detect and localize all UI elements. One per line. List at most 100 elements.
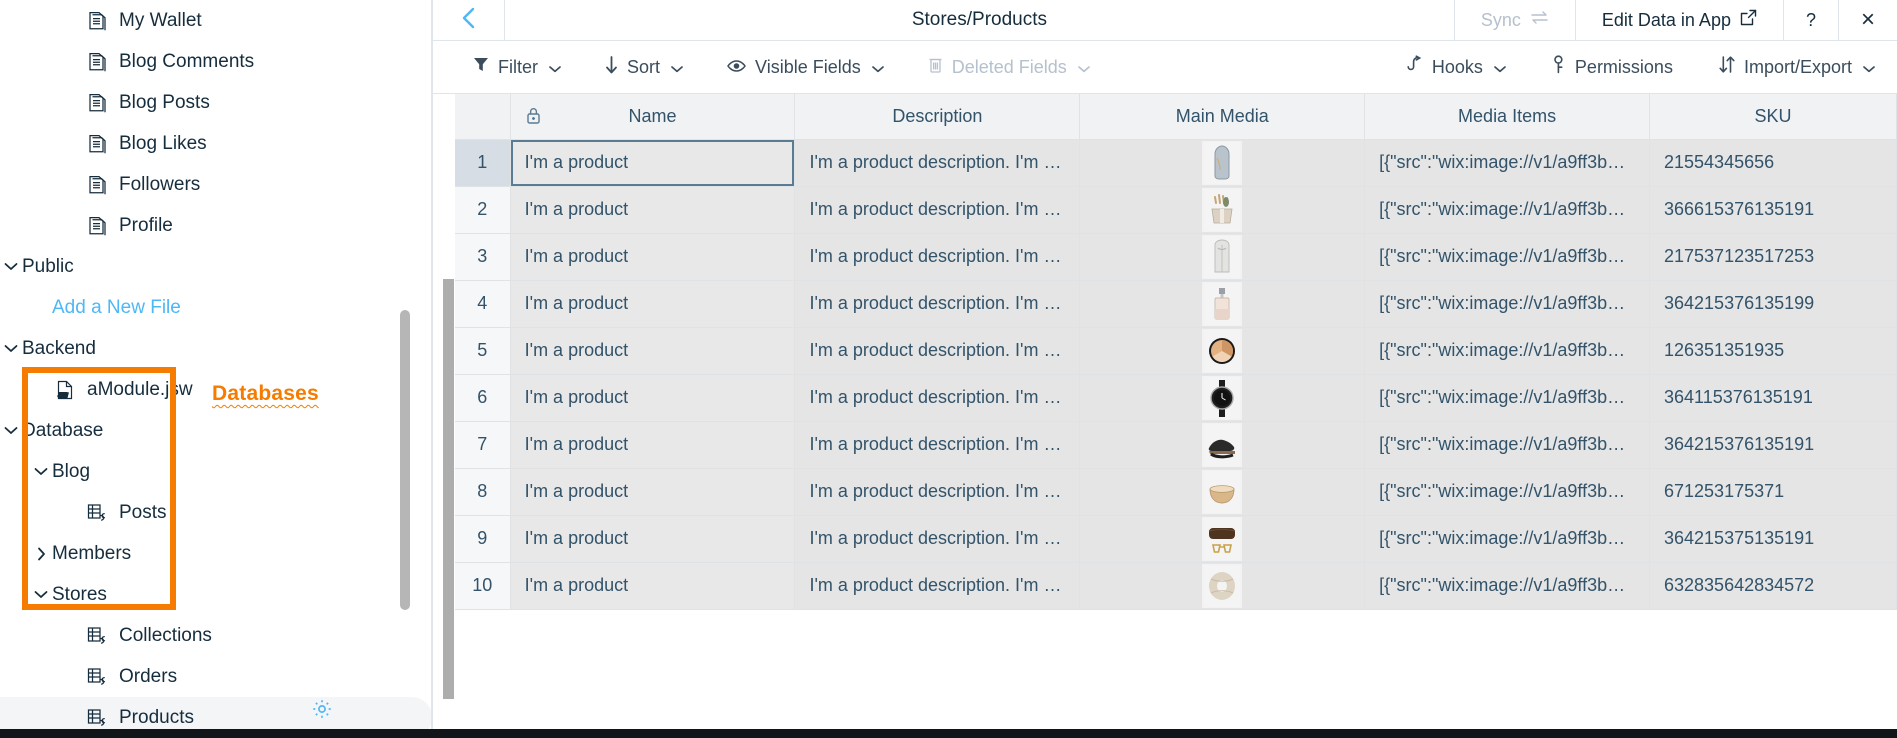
- cell-name[interactable]: I'm a product: [510, 515, 796, 563]
- cell-main-media[interactable]: [1079, 186, 1366, 234]
- filter-button[interactable]: Filter: [473, 56, 561, 78]
- cell-sku[interactable]: 632835642834572: [1649, 562, 1897, 610]
- cell-media-items[interactable]: [{"src":"wix:image://v1/a9ff3b_5…: [1364, 280, 1650, 328]
- cell-media-items[interactable]: [{"src":"wix:image://v1/a9ff3b_1…: [1364, 374, 1650, 422]
- sidebar-item-stores[interactable]: Stores: [0, 574, 432, 615]
- sidebar-scrollbar[interactable]: [400, 0, 410, 738]
- sidebar-item-blog-likes[interactable]: Blog Likes: [0, 123, 432, 164]
- deleted-fields-button[interactable]: Deleted Fields: [928, 56, 1090, 79]
- cell-description[interactable]: I'm a product description. I'm a …: [794, 280, 1081, 328]
- sidebar-item-add-a-new-file[interactable]: Add a New File: [0, 287, 432, 328]
- cell-name[interactable]: I'm a product: [510, 186, 796, 234]
- back-button[interactable]: [433, 0, 505, 40]
- cell-description[interactable]: I'm a product description. I'm a …: [794, 515, 1081, 563]
- chevron-down-icon[interactable]: [0, 426, 22, 435]
- permissions-button[interactable]: Permissions: [1552, 55, 1673, 79]
- column-header-name[interactable]: Name: [510, 94, 796, 140]
- import-export-button[interactable]: Import/Export: [1719, 55, 1875, 79]
- cell-description[interactable]: I'm a product description. I'm a …: [794, 186, 1081, 234]
- sidebar-item-members[interactable]: Members: [0, 533, 432, 574]
- table-row[interactable]: 10 I'm a product I'm a product description…: [455, 562, 1897, 610]
- cell-description[interactable]: I'm a product description. I'm a …: [794, 139, 1081, 187]
- cell-description[interactable]: I'm a product description. I'm a …: [794, 468, 1081, 516]
- sidebar-item-blog-comments[interactable]: Blog Comments: [0, 41, 432, 82]
- sidebar-item-collections[interactable]: Collections: [0, 615, 432, 656]
- cell-sku[interactable]: 671253175371: [1649, 468, 1897, 516]
- cell-name[interactable]: I'm a product: [510, 233, 796, 281]
- cell-main-media[interactable]: [1079, 562, 1366, 610]
- cell-sku[interactable]: 364115376135191: [1649, 374, 1897, 422]
- cell-media-items[interactable]: [{"src":"wix:image://v1/a9ff3b_e…: [1364, 139, 1650, 187]
- cell-sku[interactable]: 364215376135199: [1649, 280, 1897, 328]
- table-row[interactable]: 4 I'm a product I'm a product description.…: [455, 280, 1897, 328]
- sync-button[interactable]: Sync: [1453, 0, 1575, 40]
- grid-vertical-scrollbar[interactable]: [443, 94, 454, 738]
- cell-sku[interactable]: 364215376135191: [1649, 421, 1897, 469]
- cell-main-media[interactable]: [1079, 139, 1366, 187]
- table-row[interactable]: 1 I'm a product I'm a product description.…: [455, 139, 1897, 187]
- sidebar-item-profile[interactable]: Profile: [0, 205, 432, 246]
- cell-name[interactable]: I'm a product: [510, 327, 796, 375]
- table-row[interactable]: 8 I'm a product I'm a product description.…: [455, 468, 1897, 516]
- cell-name[interactable]: I'm a product: [510, 421, 796, 469]
- column-header-sku[interactable]: SKU: [1649, 94, 1897, 140]
- table-row[interactable]: 6 I'm a product I'm a product description.…: [455, 374, 1897, 422]
- cell-description[interactable]: I'm a product description. I'm a …: [794, 562, 1081, 610]
- cell-media-items[interactable]: [{"src":"wix:image://v1/a9ff3b_f9…: [1364, 468, 1650, 516]
- cell-main-media[interactable]: [1079, 468, 1366, 516]
- table-row[interactable]: 2 I'm a product I'm a product description.…: [455, 186, 1897, 234]
- cell-name[interactable]: I'm a product: [510, 139, 796, 187]
- table-row[interactable]: 9 I'm a product I'm a product description.…: [455, 515, 1897, 563]
- sidebar-item-blog-posts[interactable]: Blog Posts: [0, 82, 432, 123]
- cell-description[interactable]: I'm a product description. I'm a …: [794, 233, 1081, 281]
- sidebar-item-backend[interactable]: Backend: [0, 328, 432, 369]
- cell-main-media[interactable]: [1079, 233, 1366, 281]
- cell-description[interactable]: I'm a product description. I'm a …: [794, 374, 1081, 422]
- cell-media-items[interactable]: [{"src":"wix:image://v1/a9ff3b_1…: [1364, 327, 1650, 375]
- sort-button[interactable]: Sort: [605, 55, 683, 79]
- sidebar-item-public[interactable]: Public: [0, 246, 432, 287]
- grid-scrollbar-thumb[interactable]: [443, 279, 454, 699]
- cell-media-items[interactable]: [{"src":"wix:image://v1/a9ff3b_e…: [1364, 562, 1650, 610]
- table-row[interactable]: 5 I'm a product I'm a product description.…: [455, 327, 1897, 375]
- cell-description[interactable]: I'm a product description. I'm a …: [794, 327, 1081, 375]
- chevron-down-icon[interactable]: [0, 344, 22, 353]
- cell-main-media[interactable]: [1079, 280, 1366, 328]
- edit-data-in-app-button[interactable]: Edit Data in App: [1574, 0, 1783, 40]
- table-row[interactable]: 3 I'm a product I'm a product description.…: [455, 233, 1897, 281]
- chevron-down-icon[interactable]: [0, 262, 22, 271]
- cell-media-items[interactable]: [{"src":"wix:image://v1/a9ff3b_0…: [1364, 186, 1650, 234]
- cell-main-media[interactable]: [1079, 327, 1366, 375]
- cell-name[interactable]: I'm a product: [510, 468, 796, 516]
- cell-main-media[interactable]: [1079, 421, 1366, 469]
- cell-media-items[interactable]: [{"src":"wix:image://v1/a9ff3b_1…: [1364, 515, 1650, 563]
- column-header-main-media[interactable]: Main Media: [1079, 94, 1366, 140]
- cell-main-media[interactable]: [1079, 374, 1366, 422]
- cell-sku[interactable]: 366615376135191: [1649, 186, 1897, 234]
- cell-media-items[interactable]: [{"src":"wix:image://v1/a9ff3b_c…: [1364, 233, 1650, 281]
- column-header-description[interactable]: Description: [794, 94, 1081, 140]
- gear-icon[interactable]: [310, 697, 334, 721]
- chevron-down-icon[interactable]: [30, 590, 52, 599]
- sidebar-item-orders[interactable]: Orders: [0, 656, 432, 697]
- cell-name[interactable]: I'm a product: [510, 280, 796, 328]
- cell-sku[interactable]: 21554345656: [1649, 139, 1897, 187]
- cell-main-media[interactable]: [1079, 515, 1366, 563]
- cell-sku[interactable]: 126351351935: [1649, 327, 1897, 375]
- chevron-down-icon[interactable]: [30, 467, 52, 476]
- cell-name[interactable]: I'm a product: [510, 562, 796, 610]
- cell-sku[interactable]: 364215375135191: [1649, 515, 1897, 563]
- sidebar-item-posts[interactable]: Posts: [0, 492, 432, 533]
- cell-media-items[interactable]: [{"src":"wix:image://v1/a9ff3b_9…: [1364, 421, 1650, 469]
- cell-description[interactable]: I'm a product description. I'm a …: [794, 421, 1081, 469]
- table-row[interactable]: 7 I'm a product I'm a product description.…: [455, 421, 1897, 469]
- cell-sku[interactable]: 217537123517253: [1649, 233, 1897, 281]
- hooks-button[interactable]: Hooks: [1407, 55, 1506, 79]
- column-header-media-items[interactable]: Media Items: [1364, 94, 1650, 140]
- chevron-right-icon[interactable]: [30, 547, 52, 561]
- sidebar-scrollbar-thumb[interactable]: [400, 310, 410, 610]
- visible-fields-button[interactable]: Visible Fields: [727, 57, 884, 78]
- sidebar-item-blog[interactable]: Blog: [0, 451, 432, 492]
- help-button[interactable]: ?: [1782, 0, 1838, 40]
- close-button[interactable]: ×: [1837, 0, 1897, 40]
